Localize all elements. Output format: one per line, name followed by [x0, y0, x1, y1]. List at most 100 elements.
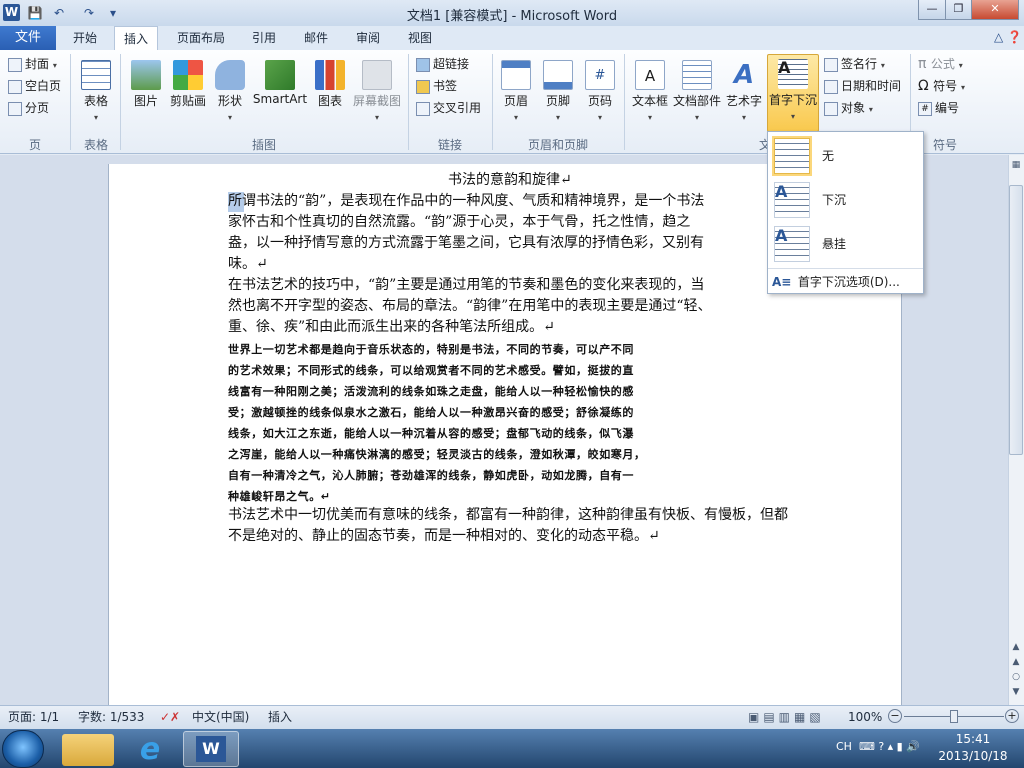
links-group-label: 链接: [437, 138, 462, 152]
word-taskbar-icon[interactable]: W: [183, 731, 239, 767]
explorer-icon[interactable]: [62, 734, 114, 766]
screenshot-icon: [362, 60, 392, 90]
bookmark-button[interactable]: 书签: [416, 76, 457, 96]
quick-parts-button[interactable]: 文档部件 ▾: [672, 56, 722, 132]
footer-button[interactable]: 页脚 ▾: [536, 56, 580, 132]
chart-icon: [315, 60, 345, 90]
hyperlink-button[interactable]: 超链接: [416, 54, 469, 74]
zoom-level[interactable]: 100%: [848, 705, 882, 729]
smartart-icon: [265, 60, 295, 90]
drop-cap-dropped-item[interactable]: A 下沉: [768, 178, 923, 222]
blank-page-button[interactable]: 空白页: [8, 76, 61, 96]
tab-file[interactable]: 文件: [0, 26, 56, 50]
drop-cap-options-item[interactable]: A≡ 首字下沉选项(D)...: [772, 272, 922, 292]
page-count-status[interactable]: 页面: 1/1: [8, 705, 59, 729]
page-group-label: 页: [28, 138, 41, 152]
maximize-button[interactable]: ❐: [945, 0, 972, 20]
drop-cap-button[interactable]: A 首字下沉 ▾: [767, 54, 819, 132]
paragraph-line[interactable]: 在书法艺术的技巧中，“韵”主要是通过用笔的节奏和墨色的变化来表现的，当: [228, 275, 704, 296]
close-button[interactable]: ✕: [971, 0, 1019, 20]
drop-cap-none-item[interactable]: 无: [768, 134, 923, 178]
scrollbar-thumb[interactable]: [1009, 185, 1023, 455]
tab-home[interactable]: 开始: [62, 26, 108, 50]
page-number-icon: #: [585, 60, 615, 90]
paragraph-line[interactable]: 线富有一种阳刚之美；活泼流利的线条如珠之走盘，能给人以一种轻松愉快的感: [228, 381, 634, 402]
view-mode-icons[interactable]: ▣▤▥▦▧: [748, 705, 825, 729]
paragraph-line[interactable]: 的艺术效果；不同形式的线条，可以给观赏者不同的艺术感受。譬如，挺拔的直: [228, 360, 634, 381]
paragraph-line[interactable]: 不是绝对的、静止的固态节奏，而是一种相对的、变化的动态平稳。↵: [228, 526, 660, 547]
paragraph-line[interactable]: 家怀古和个性真切的自然流露。“韵”源于心灵，本于气骨，托之性情，趋之: [228, 212, 690, 233]
zoom-in-icon[interactable]: +: [1005, 709, 1019, 723]
omega-icon: Ω: [918, 78, 934, 94]
tab-insert[interactable]: 插入: [114, 26, 158, 51]
zoom-out-icon[interactable]: −: [888, 709, 902, 723]
clock-date: 2013/10/18: [938, 749, 1008, 763]
paragraph-line[interactable]: 线条，如大江之东逝，能给人以一种沉着从容的感受；盘郁飞动的线条，似飞瀑: [228, 423, 634, 444]
paragraph-line[interactable]: 书法艺术中一切优美而有意味的线条，都富有一种韵律，这种韵律虽有快板、有慢板，但都: [228, 505, 788, 526]
paragraph-line[interactable]: 受；激越顿挫的线条似泉水之激石，能给人以一种激昂兴奋的感受；舒徐凝练的: [228, 402, 634, 423]
date-time-button[interactable]: 日期和时间: [824, 76, 901, 96]
bookmark-icon: [416, 79, 430, 94]
ruler-toggle-icon[interactable]: ▦: [1009, 160, 1023, 174]
paragraph-line[interactable]: 所谓书法的“韵”，是表现在作品中的一种风度、气质和精神境界，是一个书法: [228, 191, 704, 212]
browse-object-icons[interactable]: ▲ ▲ ○ ▼: [1009, 640, 1023, 700]
tab-page-layout[interactable]: 页面布局: [166, 26, 236, 50]
start-button[interactable]: [2, 730, 44, 768]
header-button[interactable]: 页眉 ▾: [494, 56, 538, 132]
proofing-icon[interactable]: ✓✗: [160, 705, 180, 729]
document-title[interactable]: 书法的意韵和旋律↵: [448, 170, 572, 191]
paragraph-line[interactable]: 世界上一切艺术都是趋向于音乐状态的，特别是书法，不同的节奏，可以产不同: [228, 339, 634, 360]
zoom-slider-thumb[interactable]: [950, 710, 958, 723]
clipart-button[interactable]: 剪贴画: [166, 56, 210, 132]
clock[interactable]: 15:41 2013/10/18: [925, 731, 1021, 765]
symbol-button[interactable]: Ω 符号 ▾: [918, 76, 965, 96]
drop-cap-menu: 无 A 下沉 A 悬挂 A≡ 首字下沉选项(D)...: [767, 131, 924, 294]
wordart-button[interactable]: A 艺术字 ▾: [722, 56, 766, 132]
drop-cap-margin-label: 悬挂: [822, 237, 847, 251]
ie-icon[interactable]: e: [126, 733, 174, 768]
signature-line-icon: [824, 57, 838, 72]
blank-page-icon: [8, 79, 22, 94]
tab-view[interactable]: 视图: [398, 26, 442, 50]
cross-reference-icon: [416, 101, 430, 116]
page-break-button[interactable]: 分页: [8, 98, 49, 118]
group-separator: [492, 54, 493, 150]
paragraph-line[interactable]: 重、徐、疾”和由此而派生出来的各种笔法所组成。↵: [228, 317, 555, 338]
group-separator: [624, 54, 625, 150]
object-button[interactable]: 对象 ▾: [824, 98, 873, 118]
equation-button[interactable]: π 公式 ▾: [918, 54, 963, 74]
paragraph-line[interactable]: 之泻崖，能给人以一种痛快淋漓的感受；轻灵淡古的线条，澄如秋潭，皎如寒月，: [228, 444, 646, 465]
page-number-button[interactable]: # 页码 ▾: [578, 56, 622, 132]
minimize-button[interactable]: —: [918, 0, 946, 20]
cover-page-button[interactable]: 封面 ▾: [8, 54, 57, 74]
textbox-button[interactable]: A 文本框 ▾: [628, 56, 672, 132]
paragraph-line[interactable]: 种雄峻轩昂之气。↵: [228, 486, 331, 507]
word-count-status[interactable]: 字数: 1/533: [78, 705, 144, 729]
picture-button[interactable]: 图片: [124, 56, 168, 132]
numbering-button[interactable]: # 编号: [918, 98, 959, 118]
paragraph-line[interactable]: 盎，以一种抒情写意的方式流露于笔墨之间，它具有浓厚的抒情色彩，又别有: [228, 233, 704, 254]
chart-button[interactable]: 图表: [308, 56, 352, 132]
language-status[interactable]: 中文(中国): [192, 705, 249, 729]
paragraph-line[interactable]: 味。↵: [228, 254, 268, 275]
screenshot-button[interactable]: 屏幕截图 ▾: [350, 56, 404, 132]
signature-line-button[interactable]: 签名行 ▾: [824, 54, 885, 74]
drop-cap-margin-item[interactable]: A 悬挂: [768, 222, 923, 266]
input-language[interactable]: CH: [836, 740, 852, 753]
tab-review[interactable]: 审阅: [346, 26, 390, 50]
system-tray[interactable]: CH ⌨ ? ▴ ▮ 🔊: [836, 740, 920, 753]
table-button[interactable]: 表格 ▾: [74, 56, 118, 132]
paragraph-line[interactable]: 然也离不开字型的姿态、布局的章法。“韵律”在用笔中的表现主要是通过“轻、: [228, 296, 711, 317]
help-icon[interactable]: △ ❓: [962, 30, 1022, 46]
clock-time: 15:41: [955, 732, 991, 746]
smartart-button[interactable]: SmartArt: [252, 56, 308, 132]
table-group-label: 表格: [83, 138, 108, 152]
picture-icon: [131, 60, 161, 90]
insert-mode-status[interactable]: 插入: [268, 705, 292, 729]
clipart-icon: [173, 60, 203, 90]
tab-references[interactable]: 引用: [242, 26, 286, 50]
tab-mailings[interactable]: 邮件: [294, 26, 338, 50]
shapes-button[interactable]: 形状 ▾: [208, 56, 252, 132]
cross-reference-button[interactable]: 交叉引用: [416, 98, 481, 118]
paragraph-line[interactable]: 自有一种清冷之气，沁人肺腑；苍劲雄浑的线条，静如虎卧，动如龙腾，自有一: [228, 465, 634, 486]
